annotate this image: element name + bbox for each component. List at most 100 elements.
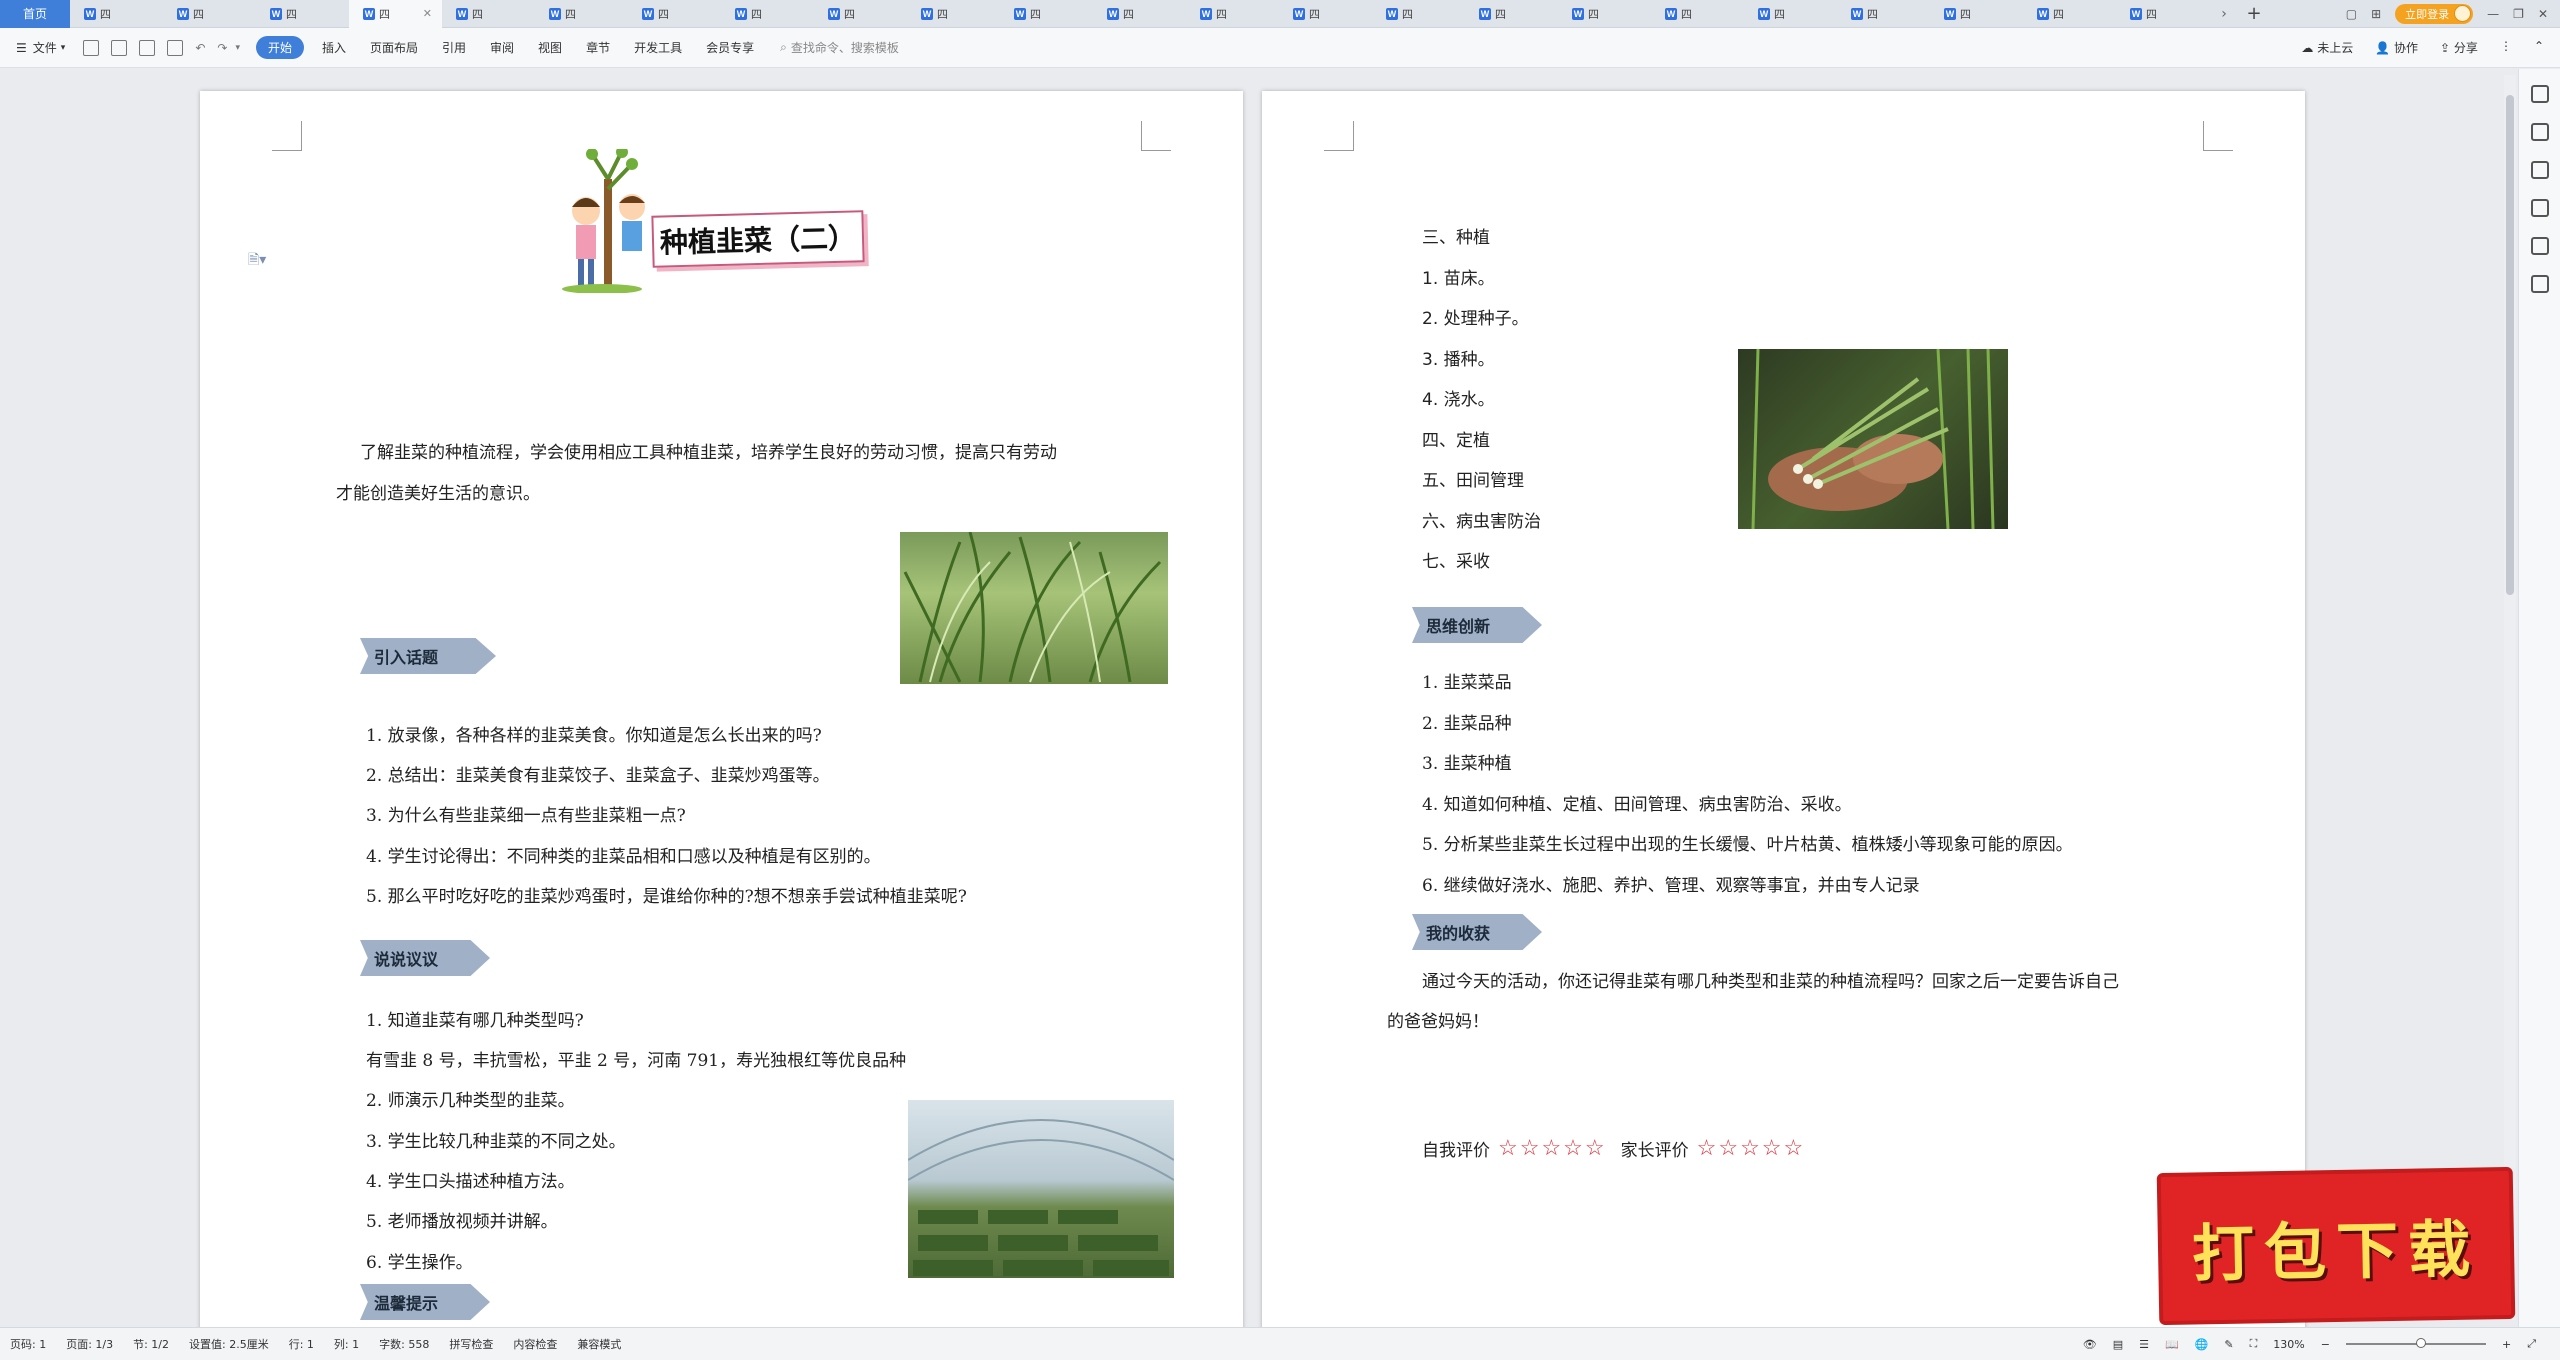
ribbon-tab[interactable]: 页面布局 [358, 39, 430, 56]
tab-scroll-right-icon[interactable]: › [2209, 6, 2239, 22]
document-tab[interactable]: W四 [1186, 0, 1279, 28]
print-preview-icon[interactable] [167, 39, 184, 56]
page-1[interactable]: 🗎▾ 种植韭菜（二） 了解韭菜的种植流程，学会使用相应工具种植韭菜，培养学生良好… [200, 91, 1243, 1327]
document-tab[interactable]: W四 [1279, 0, 1372, 28]
export-pdf-icon[interactable] [111, 39, 128, 56]
document-tab[interactable]: W四 [814, 0, 907, 28]
document-canvas[interactable]: 🗎▾ 种植韭菜（二） 了解韭菜的种植流程，学会使用相应工具种植韭菜，培养学生良好… [0, 69, 2500, 1327]
document-tab[interactable]: W四 [1837, 0, 1930, 28]
collapse-ribbon-icon[interactable]: ⌃ [2534, 39, 2544, 56]
share-icon: ⇪ [2440, 41, 2454, 55]
document-tab[interactable]: W四 [1744, 0, 1837, 28]
write-mode-icon[interactable]: ✎ [2224, 1338, 2233, 1351]
ribbon-tab[interactable]: 章节 [574, 39, 622, 56]
home-tab[interactable]: 首页 [0, 0, 70, 28]
writer-doc-icon: W [84, 7, 96, 20]
ribbon-tab[interactable]: 开始 [255, 36, 304, 59]
quick-access-more-icon[interactable]: ▾ [235, 43, 240, 53]
document-tab[interactable]: W四 [907, 0, 1000, 28]
self-eval-stars[interactable]: ☆☆☆☆☆ [1498, 1136, 1607, 1161]
ribbon-tab[interactable]: 视图 [526, 39, 574, 56]
login-button[interactable]: 立即登录 [2395, 4, 2474, 24]
fit-width-icon[interactable]: ⛶ [2250, 1337, 2258, 1351]
writer-doc-icon: W [1107, 7, 1119, 20]
document-tab-label: 四 [1030, 7, 1041, 21]
image-tool-icon[interactable] [2530, 199, 2549, 217]
print-icon[interactable] [139, 39, 156, 56]
undo-icon[interactable]: ↶ [195, 41, 205, 55]
select-pointer-icon[interactable] [2530, 123, 2549, 141]
document-tab-label: 四 [1960, 7, 1971, 21]
fullscreen-icon[interactable]: ⤢ [2527, 1337, 2536, 1351]
document-tab[interactable]: W四 [256, 0, 349, 28]
list-item: 1. 放录像，各种各样的韭菜美食。你知道是怎么长出来的吗? [366, 726, 822, 746]
ribbon-tab[interactable]: 审阅 [478, 39, 526, 56]
scrollbar-thumb[interactable] [2506, 95, 2514, 595]
document-tab-label: 四 [844, 7, 855, 21]
page-2[interactable]: 三、种植 1. 苗床。 2. 处理种子。 3. 播种。 4. 浇水。 四、定植 … [1262, 91, 2305, 1327]
step-item: 2. 处理种子。 [1422, 309, 1529, 329]
web-view-icon[interactable]: 🌐 [2195, 1338, 2209, 1351]
zoom-out-button[interactable]: − [2321, 1338, 2330, 1351]
document-tab[interactable]: W四 [1000, 0, 1093, 28]
document-tab[interactable]: W四 [2116, 0, 2209, 28]
cloud-status-button[interactable]: ☁ 未上云 [2301, 39, 2353, 56]
apps-grid-icon[interactable]: ⊞ [2371, 7, 2381, 21]
pen-icon[interactable] [2530, 85, 2549, 103]
file-menu[interactable]: ☰ 文件 ▾ [0, 39, 77, 56]
ribbon-tab[interactable]: 引用 [430, 39, 478, 56]
document-tab[interactable]: W四 [1372, 0, 1465, 28]
document-tab[interactable]: W四 [628, 0, 721, 28]
document-tab[interactable]: W四 [2023, 0, 2116, 28]
ribbon-tab[interactable]: 开发工具 [622, 39, 694, 56]
outline-view-icon[interactable]: ☰ [2139, 1338, 2149, 1351]
eye-protection-icon[interactable]: 👁 [2083, 1338, 2097, 1351]
document-tab[interactable]: W四 [535, 0, 628, 28]
zoom-in-button[interactable]: + [2502, 1338, 2511, 1351]
minimize-icon[interactable]: — [2487, 7, 2499, 21]
collaborate-button[interactable]: 👤 协作 [2375, 39, 2418, 56]
close-tab-icon[interactable]: ✕ [423, 7, 432, 20]
document-tab[interactable]: W四 [1465, 0, 1558, 28]
document-tab[interactable]: W 四 ✕ [349, 0, 442, 28]
restore-icon[interactable]: ❐ [2513, 7, 2524, 21]
page-view-icon[interactable]: ▤ [2113, 1338, 2123, 1351]
location-icon[interactable] [2530, 237, 2549, 255]
ribbon-tab[interactable]: 会员专享 [694, 39, 766, 56]
download-package-banner[interactable]: 打包下载 [2156, 1166, 2516, 1326]
document-tab[interactable]: W四 [1930, 0, 2023, 28]
step-item: 1. 苗床。 [1422, 269, 1495, 289]
command-search[interactable]: ⌕ 查找命令、搜索模板 [780, 39, 899, 56]
document-tab[interactable]: W四 [1093, 0, 1186, 28]
document-tab[interactable]: W四 [442, 0, 535, 28]
reading-view-icon[interactable]: 📖 [2165, 1338, 2179, 1351]
new-tab-button[interactable]: + [2239, 3, 2269, 24]
list-item: 5. 那么平时吃好吃的韭菜炒鸡蛋时，是谁给你种的?想不想亲手尝试种植韭菜呢? [366, 887, 967, 907]
share-button[interactable]: ⇪ 分享 [2440, 39, 2478, 56]
parent-eval-stars[interactable]: ☆☆☆☆☆ [1697, 1136, 1806, 1161]
redo-icon[interactable]: ↷ [217, 41, 227, 55]
close-icon[interactable]: ✕ [2538, 7, 2548, 21]
vertical-scrollbar[interactable] [2504, 75, 2516, 1320]
status-item[interactable]: 内容检查 [503, 1336, 567, 1352]
ribbon-tab[interactable]: 插入 [310, 39, 358, 56]
harvested-chives-photo [1738, 349, 2008, 529]
list-item: 6. 继续做好浇水、施肥、养护、管理、观察等事宜，并由专人记录 [1422, 876, 1920, 896]
document-tab[interactable]: W四 [1558, 0, 1651, 28]
adjust-icon[interactable] [2530, 161, 2549, 179]
save-icon[interactable] [83, 39, 100, 56]
status-item[interactable]: 拼写检查 [439, 1336, 503, 1352]
zoom-level[interactable]: 130% [2273, 1338, 2304, 1351]
writer-doc-icon: W [1758, 7, 1770, 20]
layout-icon[interactable]: ▢ [2346, 7, 2357, 21]
document-tab[interactable]: W四 [163, 0, 256, 28]
more-icon[interactable]: ⋮ [2500, 39, 2512, 56]
document-tab[interactable]: W四 [1651, 0, 1744, 28]
book-icon[interactable] [2530, 275, 2549, 293]
document-tab[interactable]: W四 [721, 0, 814, 28]
document-tab[interactable]: W四 [70, 0, 163, 28]
document-tab-label: 四 [1588, 7, 1599, 21]
zoom-slider-knob[interactable] [2415, 1338, 2426, 1348]
zoom-slider[interactable] [2345, 1338, 2486, 1348]
chives-field-photo [900, 532, 1168, 684]
